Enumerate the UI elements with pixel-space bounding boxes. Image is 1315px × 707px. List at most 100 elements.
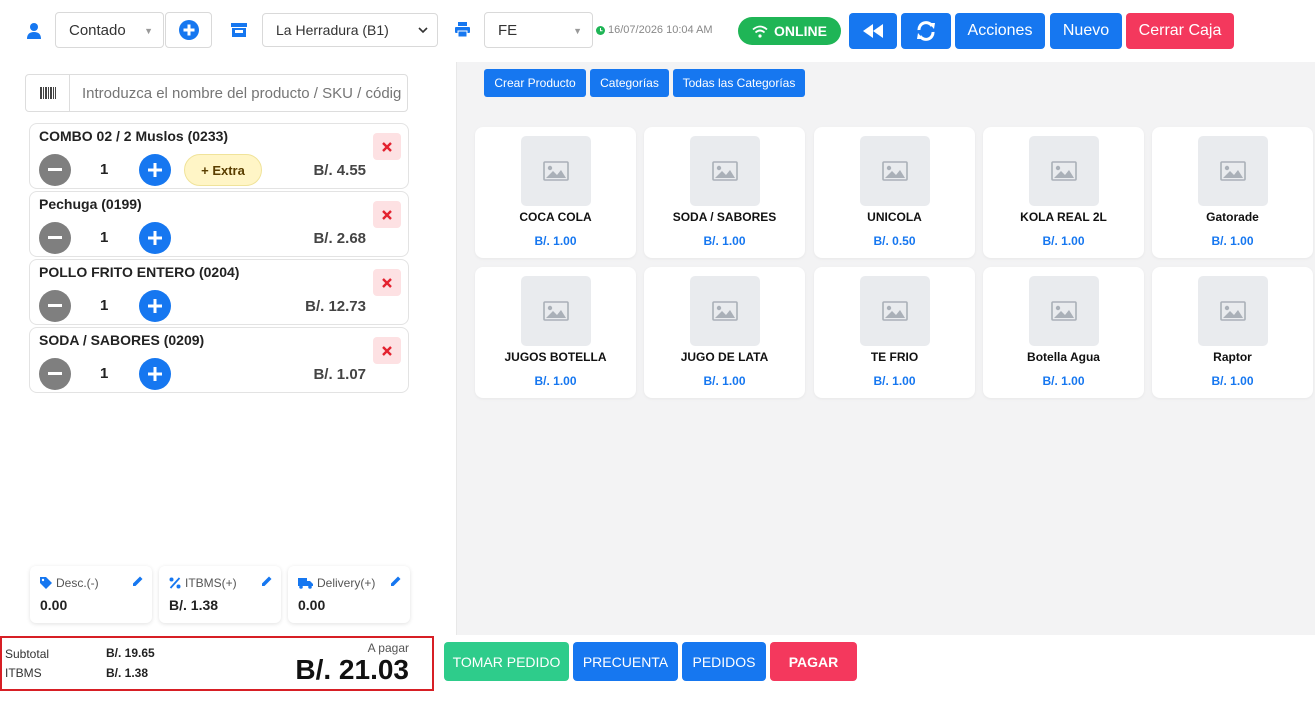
product-price: B/. 0.50 [873, 234, 916, 248]
itbms-label: ITBMS [5, 666, 42, 680]
pencil-icon [391, 576, 401, 586]
increase-qty-button[interactable] [139, 358, 171, 390]
cart-item-price: B/. 2.68 [313, 230, 366, 247]
increase-qty-button[interactable] [139, 290, 171, 322]
product-card[interactable]: Gatorade B/. 1.00 [1152, 127, 1313, 258]
product-card[interactable]: Botella Agua B/. 1.00 [983, 267, 1144, 398]
add-extra-button[interactable]: + Extra [184, 154, 262, 186]
remove-item-button[interactable] [373, 201, 401, 228]
document-type-select[interactable]: FE ▼ [484, 12, 593, 48]
remove-item-button[interactable] [373, 133, 401, 160]
product-price: B/. 1.00 [534, 234, 577, 248]
image-placeholder-icon [1198, 276, 1268, 346]
todas-categorias-button[interactable]: Todas las Categorías [673, 69, 805, 97]
chevron-down-icon: ▼ [144, 26, 153, 36]
add-customer-button[interactable] [165, 12, 212, 48]
cart-item-qty: 1 [100, 161, 109, 178]
nuevo-button[interactable]: Nuevo [1050, 13, 1122, 49]
cart-item-qty: 1 [100, 297, 109, 314]
itbms-value: B/. 1.38 [169, 597, 219, 613]
close-icon [382, 141, 392, 152]
pedidos-button[interactable]: PEDIDOS [682, 642, 766, 681]
remove-item-button[interactable] [373, 337, 401, 364]
decrease-qty-button[interactable] [39, 358, 71, 390]
product-card[interactable]: SODA / SABORES B/. 1.00 [644, 127, 805, 258]
cart-item-name: Pechuga (0199) [39, 196, 142, 212]
product-card[interactable]: UNICOLA B/. 0.50 [814, 127, 975, 258]
product-name: KOLA REAL 2L [1020, 210, 1107, 224]
product-card[interactable]: TE FRIO B/. 1.00 [814, 267, 975, 398]
refresh-button[interactable] [901, 13, 951, 49]
printer-icon [455, 22, 470, 42]
itbms-card: ITBMS(+) B/. 1.38 [159, 566, 281, 623]
edit-itbms-button[interactable] [261, 574, 273, 592]
cart-item: COMBO 02 / 2 Muslos (0233) 1 + Extra B/.… [29, 123, 409, 189]
product-card[interactable]: KOLA REAL 2L B/. 1.00 [983, 127, 1144, 258]
back-button[interactable] [849, 13, 897, 49]
image-placeholder-icon [860, 276, 930, 346]
discount-value: 0.00 [40, 597, 68, 613]
precuenta-button[interactable]: PRECUENTA [573, 642, 678, 681]
crear-producto-button[interactable]: Crear Producto [484, 69, 586, 97]
product-price: B/. 1.00 [1042, 374, 1085, 388]
product-price: B/. 1.00 [1042, 234, 1085, 248]
product-card[interactable]: JUGO DE LATA B/. 1.00 [644, 267, 805, 398]
image-placeholder-icon [521, 276, 591, 346]
itbms-total-value: B/. 1.38 [106, 666, 149, 680]
plus-circle-icon [178, 20, 199, 40]
product-search [25, 74, 408, 112]
increase-qty-button[interactable] [139, 154, 171, 186]
close-icon [382, 209, 392, 220]
percent-icon [169, 577, 181, 589]
categorias-button[interactable]: Categorías [590, 69, 669, 97]
cart-item-name: COMBO 02 / 2 Muslos (0233) [39, 128, 229, 144]
decrease-qty-button[interactable] [39, 290, 71, 322]
cart-item: POLLO FRITO ENTERO (0204) 1 B/. 12.73 [29, 259, 409, 325]
refresh-icon [917, 21, 935, 41]
cart-item-name: POLLO FRITO ENTERO (0204) [39, 264, 240, 280]
total-amount: B/. 21.03 [295, 654, 409, 685]
datetime-display: 16/07/2026 10:04 AM [596, 24, 713, 36]
remove-item-button[interactable] [373, 269, 401, 296]
cart-item-price: B/. 4.55 [313, 162, 366, 179]
cart-item: Pechuga (0199) 1 B/. 2.68 [29, 191, 409, 257]
image-placeholder-icon [690, 136, 760, 206]
cart-item-name: SODA / SABORES (0209) [39, 332, 205, 348]
cerrar-caja-button[interactable]: Cerrar Caja [1126, 13, 1234, 49]
increase-qty-button[interactable] [139, 222, 171, 254]
acciones-button[interactable]: Acciones [955, 13, 1045, 49]
image-placeholder-icon [1029, 136, 1099, 206]
chevron-down-icon: ▼ [573, 26, 582, 36]
decrease-qty-button[interactable] [39, 154, 71, 186]
cart-item-qty: 1 [100, 229, 109, 246]
product-price: B/. 1.00 [703, 374, 746, 388]
pagar-button[interactable]: PAGAR [770, 642, 857, 681]
edit-delivery-button[interactable] [390, 574, 402, 592]
cart-item-price: B/. 12.73 [305, 298, 366, 315]
wifi-icon [752, 25, 768, 38]
customer-select[interactable]: Contado ▼ [55, 12, 164, 48]
product-name: UNICOLA [867, 210, 922, 224]
product-name: SODA / SABORES [672, 210, 777, 224]
decrease-qty-button[interactable] [39, 222, 71, 254]
cart-item-price: B/. 1.07 [313, 366, 366, 383]
product-card[interactable]: JUGOS BOTELLA B/. 1.00 [475, 267, 636, 398]
close-icon [382, 345, 392, 356]
top-bar: Contado ▼ La Herradura (B1) FE ▼ 16/07/2… [0, 0, 1315, 62]
image-placeholder-icon [1198, 136, 1268, 206]
discount-card: Desc.(-) 0.00 [30, 566, 152, 623]
edit-discount-button[interactable] [132, 574, 144, 592]
barcode-icon[interactable] [26, 75, 70, 111]
store-select[interactable]: La Herradura (B1) [262, 13, 438, 47]
product-card[interactable]: COCA COLA B/. 1.00 [475, 127, 636, 258]
close-icon [382, 277, 392, 288]
image-placeholder-icon [860, 136, 930, 206]
product-price: B/. 1.00 [1211, 234, 1254, 248]
search-input[interactable] [76, 75, 402, 111]
tomar-pedido-button[interactable]: TOMAR PEDIDO [444, 642, 569, 681]
product-name: Botella Agua [1027, 350, 1100, 364]
clock-icon [596, 25, 605, 35]
store-icon [230, 22, 248, 43]
tag-icon [40, 577, 52, 589]
product-card[interactable]: Raptor B/. 1.00 [1152, 267, 1313, 398]
